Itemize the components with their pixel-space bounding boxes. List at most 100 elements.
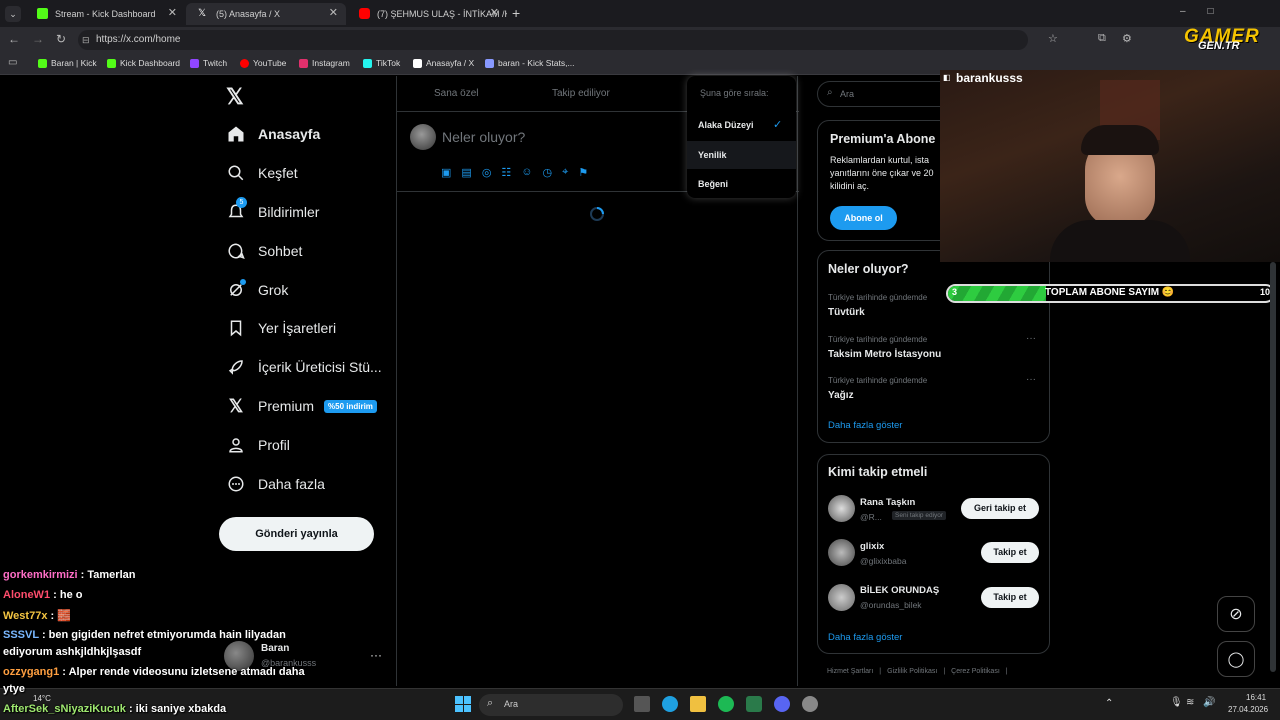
nav-label: Daha fazla [258, 476, 325, 492]
star-icon[interactable]: ☆ [1048, 32, 1058, 45]
discord-icon[interactable] [774, 696, 790, 712]
sort-option-relevance[interactable]: Alaka Düzeyi ✓ [687, 112, 796, 140]
grok-icon[interactable]: ◎ [482, 166, 492, 179]
tab-for-you[interactable]: Sana özel [434, 88, 478, 99]
bookmark-kick-stats[interactable]: baran - Kick Stats,... [485, 58, 575, 68]
extensions-icon[interactable]: ⧉ [1098, 32, 1106, 45]
app-icon[interactable] [746, 696, 762, 712]
chat-user: West77x [3, 610, 48, 622]
trend-item[interactable]: Türkiye tarihinde gündemde Tüvtürk [828, 293, 927, 318]
footer-link[interactable]: Gizlilik Politikası [887, 668, 937, 675]
url-input[interactable]: ⊟ https://x.com/home [78, 30, 1028, 50]
bookmark-kick-dashboard[interactable]: Kick Dashboard [107, 58, 180, 68]
sort-option-likes[interactable]: Beğeni [687, 170, 796, 198]
nav-more[interactable]: Daha fazla [226, 471, 325, 497]
more-icon[interactable]: ··· [1026, 374, 1036, 385]
weather-widget[interactable]: 14°C [33, 694, 51, 703]
user-name[interactable]: Rana Taşkın [860, 497, 915, 508]
tab-x-home[interactable]: 𝕏 (5) Anasayfa / X ✕ [186, 3, 346, 25]
tab-kick-dashboard[interactable]: Stream - Kick Dashboard ✕ [25, 3, 185, 25]
windows-start-icon[interactable] [455, 696, 471, 712]
forward-icon[interactable]: → [32, 32, 44, 46]
bookmark-instagram[interactable]: Instagram [299, 58, 350, 68]
sub-goal-current: 3 [952, 287, 958, 297]
poll-icon[interactable]: ☷ [501, 166, 511, 179]
back-icon[interactable]: ← [8, 32, 20, 46]
option-label: Yenilik [698, 150, 727, 160]
footer-link[interactable]: Çerez Politikası [951, 668, 1000, 675]
mic-icon[interactable]: 🎙 [1170, 697, 1183, 708]
grok-float-button[interactable]: ⊘ [1217, 596, 1255, 632]
image-icon[interactable]: ▣ [441, 166, 451, 179]
emoji-icon[interactable]: ☺ [521, 166, 532, 179]
gif-icon[interactable]: ▤ [461, 166, 471, 179]
clock-date[interactable]: 27.04.2026 [1228, 705, 1268, 714]
trend-item[interactable]: Türkiye tarihinde gündemde Yağız [828, 376, 927, 401]
tab-following[interactable]: Takip ediliyor [552, 88, 610, 99]
schedule-icon[interactable]: ◷ [543, 166, 553, 179]
avatar[interactable] [828, 584, 855, 611]
bookmark-youtube[interactable]: YouTube [240, 58, 286, 68]
follow-back-button[interactable]: Geri takip et [961, 498, 1039, 519]
trend-item[interactable]: Türkiye tarihinde gündemde Taksim Metro … [828, 335, 941, 360]
post-button[interactable]: Gönderi yayınla [219, 517, 374, 551]
location-icon[interactable]: ⌖ [562, 166, 568, 179]
show-more-link[interactable]: Daha fazla göster [828, 632, 902, 643]
chat-text: : 🧱 [50, 610, 71, 622]
nav-home[interactable]: Anasayfa [226, 121, 320, 147]
reading-list-icon[interactable]: ▭ [8, 57, 17, 68]
folder-icon[interactable] [690, 696, 706, 712]
nav-label: Grok [258, 282, 289, 298]
new-tab-button[interactable]: + [512, 5, 520, 21]
close-icon[interactable]: ✕ [490, 6, 499, 19]
bookmark-twitch[interactable]: Twitch [190, 58, 227, 68]
nav-explore[interactable]: Keşfet [226, 160, 298, 186]
user-name[interactable]: glixix [860, 541, 884, 552]
bookmark-tiktok[interactable]: TikTok [363, 58, 400, 68]
taskbar-search[interactable]: ⌕ Ara [479, 694, 623, 716]
task-view-icon[interactable] [634, 696, 650, 712]
window-controls[interactable]: –□ [1180, 6, 1236, 17]
avatar [410, 124, 436, 150]
follow-button[interactable]: Takip et [981, 542, 1039, 563]
account-more-icon[interactable]: ··· [370, 648, 382, 662]
flag-icon[interactable]: ⚑ [578, 166, 588, 179]
app-icon[interactable] [802, 696, 818, 712]
nav-creator-studio[interactable]: İçerik Üreticisi Stü... [226, 354, 382, 380]
tray-chevron-icon[interactable]: ⌃ [1105, 698, 1113, 709]
nav-bookmarks[interactable]: Yer İşaretleri [226, 315, 336, 341]
scrollbar[interactable] [1270, 262, 1276, 672]
premium-text: yanıtlarını öne çıkar ve 20 [830, 168, 934, 178]
nav-grok[interactable]: Grok [226, 277, 288, 303]
nav-notifications[interactable]: 5 Bildirimler [226, 197, 319, 225]
close-icon[interactable]: ✕ [329, 6, 338, 19]
wifi-icon[interactable]: ≋ [1186, 697, 1194, 708]
avatar[interactable] [828, 539, 855, 566]
nav-premium[interactable]: 𝕏 Premium %50 indirim [226, 393, 377, 419]
nav-profile[interactable]: Profil [226, 432, 290, 458]
follow-button[interactable]: Takip et [981, 587, 1039, 608]
close-icon[interactable]: ✕ [168, 6, 177, 19]
composer-input[interactable]: Neler oluyor? [442, 129, 525, 145]
refresh-icon[interactable]: ↻ [56, 32, 66, 46]
edge-icon[interactable] [662, 696, 678, 712]
spotify-icon[interactable] [718, 696, 734, 712]
x-logo-icon[interactable]: 𝕏 [226, 84, 244, 110]
more-icon[interactable]: ··· [1026, 333, 1036, 344]
tab-youtube[interactable]: (7) ŞEHMUS ULAŞ - İNTİKAM /KN ✕ [347, 3, 507, 25]
avatar[interactable] [828, 495, 855, 522]
x-logo-icon: 𝕏 [198, 8, 207, 19]
footer-link[interactable]: Hizmet Şartları [827, 668, 873, 675]
settings-icon[interactable]: ⚙ [1122, 32, 1132, 45]
volume-icon[interactable]: 🔊 [1203, 697, 1215, 708]
clock-time[interactable]: 16:41 [1246, 693, 1266, 702]
user-name[interactable]: BİLEK ORUNDAŞ [860, 585, 939, 596]
show-more-link[interactable]: Daha fazla göster [828, 420, 902, 431]
subscribe-button[interactable]: Abone ol [830, 206, 897, 230]
bookmark-baran-kick[interactable]: Baran | Kick [38, 58, 97, 68]
nav-chat[interactable]: Sohbet [226, 238, 302, 264]
tab-list-button[interactable]: ⌄ [5, 6, 21, 22]
bookmark-x[interactable]: Anasayfa / X [413, 58, 474, 68]
sort-option-recent[interactable]: Yenilik [687, 141, 796, 169]
messages-float-button[interactable]: ◯ [1217, 641, 1255, 677]
